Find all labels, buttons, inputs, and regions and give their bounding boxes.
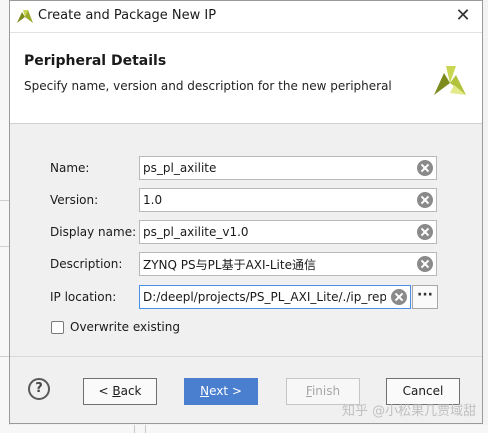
description-row: Description:: [50, 252, 470, 276]
overwrite-existing-checkbox[interactable]: [51, 321, 64, 334]
vivado-logo-icon: [17, 10, 33, 23]
version-label: Version:: [50, 193, 99, 207]
close-icon: ✕: [455, 5, 471, 26]
back-button-prefix: <: [98, 384, 113, 398]
footer-divider: [10, 356, 482, 357]
overwrite-existing-label[interactable]: Overwrite existing: [70, 320, 180, 334]
ip-location-label: IP location:: [50, 290, 117, 304]
ip-location-input[interactable]: [140, 286, 386, 308]
window-title: Create and Package New IP: [38, 8, 217, 23]
description-input[interactable]: [140, 253, 408, 275]
close-button[interactable]: ✕: [452, 6, 474, 26]
ellipsis-icon: ···: [417, 287, 433, 303]
back-button[interactable]: < Back: [83, 378, 157, 405]
clear-icon[interactable]: [417, 160, 433, 176]
next-button-mnemonic: N: [200, 384, 210, 398]
wizard-header: Peripheral Details Specify name, version…: [10, 32, 482, 124]
name-field-box: [139, 156, 437, 180]
display-name-field-box: [139, 220, 437, 244]
watermark-text: 知乎 @小松果几贾域甜: [342, 404, 477, 419]
clear-icon[interactable]: [417, 256, 433, 272]
clear-icon[interactable]: [391, 289, 407, 305]
finish-button-rest: inish: [311, 384, 341, 398]
version-input[interactable]: [140, 189, 408, 211]
display-name-row: Display name:: [50, 220, 470, 244]
create-package-ip-dialog: Create and Package New IP ✕ Peripheral D…: [9, 0, 483, 424]
display-name-input[interactable]: [140, 221, 408, 243]
background-window-bottom: [9, 425, 488, 433]
ip-location-row: IP location: ···: [50, 285, 470, 309]
description-label: Description:: [50, 257, 123, 271]
name-row: Name:: [50, 156, 470, 180]
help-circle-icon: ?: [35, 381, 43, 396]
ip-location-field-box: [139, 285, 411, 309]
browse-button[interactable]: ···: [412, 285, 438, 309]
clear-icon[interactable]: [417, 192, 433, 208]
back-button-rest: ack: [120, 384, 142, 398]
vivado-logo-icon: [434, 66, 466, 95]
name-label: Name:: [50, 161, 90, 175]
description-field-box: [139, 252, 437, 276]
version-row: Version:: [50, 188, 470, 212]
back-button-mnemonic: B: [112, 384, 121, 398]
name-input[interactable]: [140, 157, 408, 179]
next-button[interactable]: Next >: [184, 378, 258, 405]
page-subtitle: Specify name, version and description fo…: [24, 79, 392, 93]
display-name-label: Display name:: [50, 225, 137, 239]
next-button-rest: ext >: [209, 384, 242, 398]
title-bar: Create and Package New IP ✕: [10, 1, 482, 32]
help-button[interactable]: ?: [28, 378, 50, 400]
page-title: Peripheral Details: [24, 53, 167, 69]
clear-icon[interactable]: [417, 224, 433, 240]
version-field-box: [139, 188, 437, 212]
